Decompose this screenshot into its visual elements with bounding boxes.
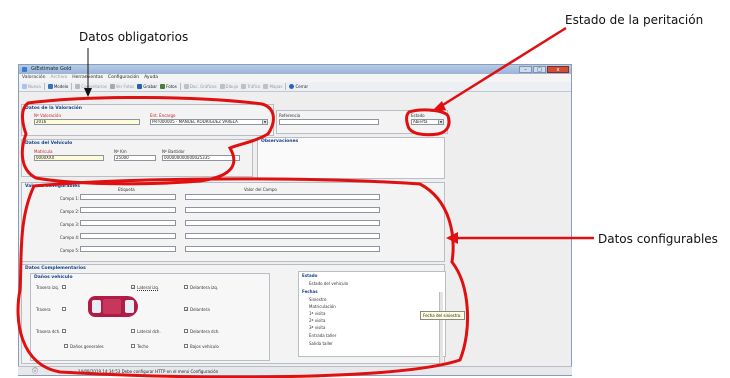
- annotation-overlay: [16, 26, 594, 378]
- annotation-loop-obligatorios: [20, 96, 275, 186]
- annotation-arrow-estado: [437, 26, 567, 110]
- annotation-loop-estado: [405, 108, 451, 137]
- annotation-loop-configurables: [16, 177, 469, 378]
